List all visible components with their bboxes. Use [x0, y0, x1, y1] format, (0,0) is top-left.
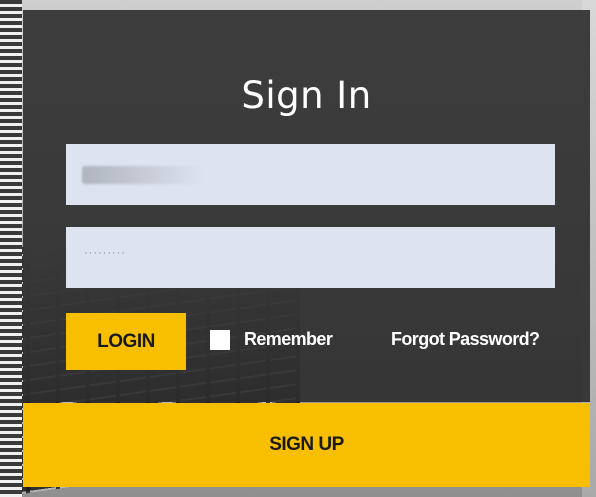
remember-checkbox[interactable] — [210, 329, 230, 350]
sign-up-button[interactable]: SIGN UP — [23, 403, 590, 487]
username-blurred-value — [82, 166, 202, 184]
forgot-password-link[interactable]: Forgot Password? — [391, 329, 540, 350]
background-stripes — [0, 0, 22, 497]
password-field[interactable]: ········· — [66, 227, 555, 288]
remember-control[interactable]: Remember — [210, 329, 333, 350]
sign-in-panel: Sign In ········· LOGIN Remember Forgot … — [23, 10, 590, 402]
login-button[interactable]: LOGIN — [66, 313, 186, 370]
username-field[interactable] — [66, 144, 555, 205]
page-title: Sign In — [241, 74, 372, 117]
password-masked-value: ········· — [84, 247, 126, 259]
remember-label[interactable]: Remember — [244, 329, 333, 350]
